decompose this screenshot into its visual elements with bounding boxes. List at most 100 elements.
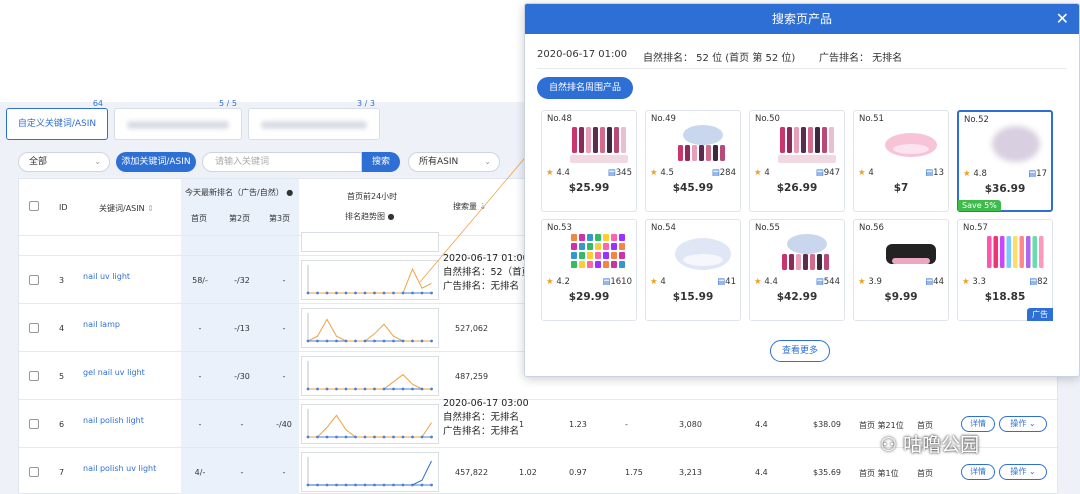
product-price: $9.99 xyxy=(884,291,918,303)
product-card[interactable]: No.48 ★ 4.4 ▤345 $25.99 xyxy=(541,110,637,212)
image-shape xyxy=(713,145,718,161)
product-image-box xyxy=(672,230,734,274)
product-card[interactable]: No.51 ★ 4 ▤13 $7 xyxy=(853,110,949,212)
product-price: $29.99 xyxy=(568,291,610,303)
image-shape xyxy=(992,126,1040,162)
image-shape xyxy=(1006,236,1011,268)
image-shape xyxy=(579,234,585,241)
image-shape xyxy=(1019,236,1024,268)
image-shape xyxy=(892,258,930,264)
review-icon: ▤ xyxy=(717,277,726,287)
product-image-box xyxy=(672,121,734,165)
product-image xyxy=(678,125,725,161)
image-shape xyxy=(1026,236,1031,268)
image-shape xyxy=(587,252,593,259)
star-icon: ★ xyxy=(546,277,557,287)
rating-value: 4 xyxy=(660,277,666,287)
rating-value: 4.8 xyxy=(973,169,987,179)
image-shape xyxy=(570,155,628,163)
product-card[interactable]: No.54 ★ 4 ▤41 $15.99 xyxy=(645,219,741,321)
image-shape xyxy=(817,254,822,270)
watermark: ⚇ 咕噜公园 xyxy=(880,434,980,456)
product-image-box xyxy=(880,230,942,274)
product-card[interactable]: No.55 ★ 4.4 ▤544 $42.99 xyxy=(749,219,845,321)
modal-header: 搜索页产品 ✕ xyxy=(525,4,1079,34)
rating-value: 3.3 xyxy=(972,277,986,287)
star-icon: ★ xyxy=(754,277,765,287)
product-image-box xyxy=(568,230,630,274)
star-icon: ★ xyxy=(546,168,557,178)
image-shape xyxy=(571,252,577,259)
product-card[interactable]: No.57 ★ 3.3 ▤82 $18.85 广告 xyxy=(957,219,1053,321)
rating-value: 4.2 xyxy=(556,277,570,287)
product-image-box xyxy=(568,121,630,165)
image-shape xyxy=(603,261,609,268)
image-shape xyxy=(993,236,998,268)
image-shape xyxy=(603,234,609,241)
product-image xyxy=(782,234,829,270)
image-shape xyxy=(571,261,577,268)
product-rating: ★ 4.4 xyxy=(754,277,778,287)
close-icon[interactable]: ✕ xyxy=(1056,4,1069,34)
product-price: $25.99 xyxy=(568,182,610,194)
image-shape xyxy=(611,243,617,250)
image-shape xyxy=(621,127,626,153)
rating-value: 3.9 xyxy=(868,277,882,287)
product-image-box xyxy=(984,230,1046,274)
product-image-box xyxy=(985,122,1047,166)
product-card[interactable]: No.50 ★ 4 ▤947 $26.99 xyxy=(749,110,845,212)
image-shape xyxy=(1032,236,1037,268)
review-count: 13 xyxy=(933,168,944,178)
product-rating: ★ 3.3 xyxy=(962,277,986,287)
periphery-products-button[interactable]: 自然排名周围产品 xyxy=(537,77,633,99)
product-reviews: ▤947 xyxy=(816,168,840,178)
review-count: 284 xyxy=(719,168,736,178)
product-reviews: ▤13 xyxy=(925,168,944,178)
product-card[interactable]: No.53 ★ 4.2 ▤1610 $29.99 xyxy=(541,219,637,321)
image-shape xyxy=(780,127,785,153)
image-shape xyxy=(787,234,827,254)
image-shape xyxy=(794,127,799,153)
review-count: 345 xyxy=(615,168,632,178)
image-shape xyxy=(595,243,601,250)
product-image xyxy=(885,133,937,157)
image-shape xyxy=(692,145,697,161)
product-image xyxy=(570,127,628,163)
product-price: $7 xyxy=(893,182,909,194)
star-icon: ★ xyxy=(754,168,765,178)
product-price: $45.99 xyxy=(672,182,714,194)
view-more-button[interactable]: 查看更多 xyxy=(770,340,830,362)
image-shape xyxy=(685,145,690,161)
product-rating: ★ 4 xyxy=(754,168,770,178)
review-count: 41 xyxy=(725,277,736,287)
star-icon: ★ xyxy=(963,169,974,179)
product-card[interactable]: No.49 ★ 4.5 ▤284 $45.99 xyxy=(645,110,741,212)
product-card[interactable]: No.56 ★ 3.9 ▤44 $9.99 xyxy=(853,219,949,321)
image-shape xyxy=(603,252,609,259)
image-shape xyxy=(683,125,723,145)
image-shape xyxy=(611,234,617,241)
page: 自定义关键词/ASIN 64 5 / 5 3 / 3 全部 ⌄ 添加关键词/ASIN… xyxy=(0,0,1080,494)
image-shape xyxy=(829,127,834,153)
image-shape xyxy=(619,261,625,268)
image-shape xyxy=(595,252,601,259)
product-reviews: ▤544 xyxy=(816,277,840,287)
image-shape xyxy=(595,234,601,241)
image-shape xyxy=(607,127,612,153)
image-shape xyxy=(571,243,577,250)
product-card[interactable]: No.52 ★ 4.8 ▤17 $36.99 Save 5% xyxy=(957,110,1053,212)
image-shape xyxy=(611,252,617,259)
product-reviews: ▤17 xyxy=(1028,169,1047,179)
product-reviews: ▤82 xyxy=(1029,277,1048,287)
product-reviews: ▤345 xyxy=(608,168,632,178)
watermark-text: 咕噜公园 xyxy=(903,434,980,456)
image-shape xyxy=(683,254,723,266)
review-icon: ▤ xyxy=(815,277,824,287)
review-icon: ▤ xyxy=(925,277,934,287)
product-reviews: ▤284 xyxy=(712,168,736,178)
star-icon: ★ xyxy=(962,277,973,287)
rating-value: 4 xyxy=(764,168,770,178)
image-shape xyxy=(1000,236,1005,268)
image-shape xyxy=(595,261,601,268)
star-icon: ★ xyxy=(858,277,869,287)
